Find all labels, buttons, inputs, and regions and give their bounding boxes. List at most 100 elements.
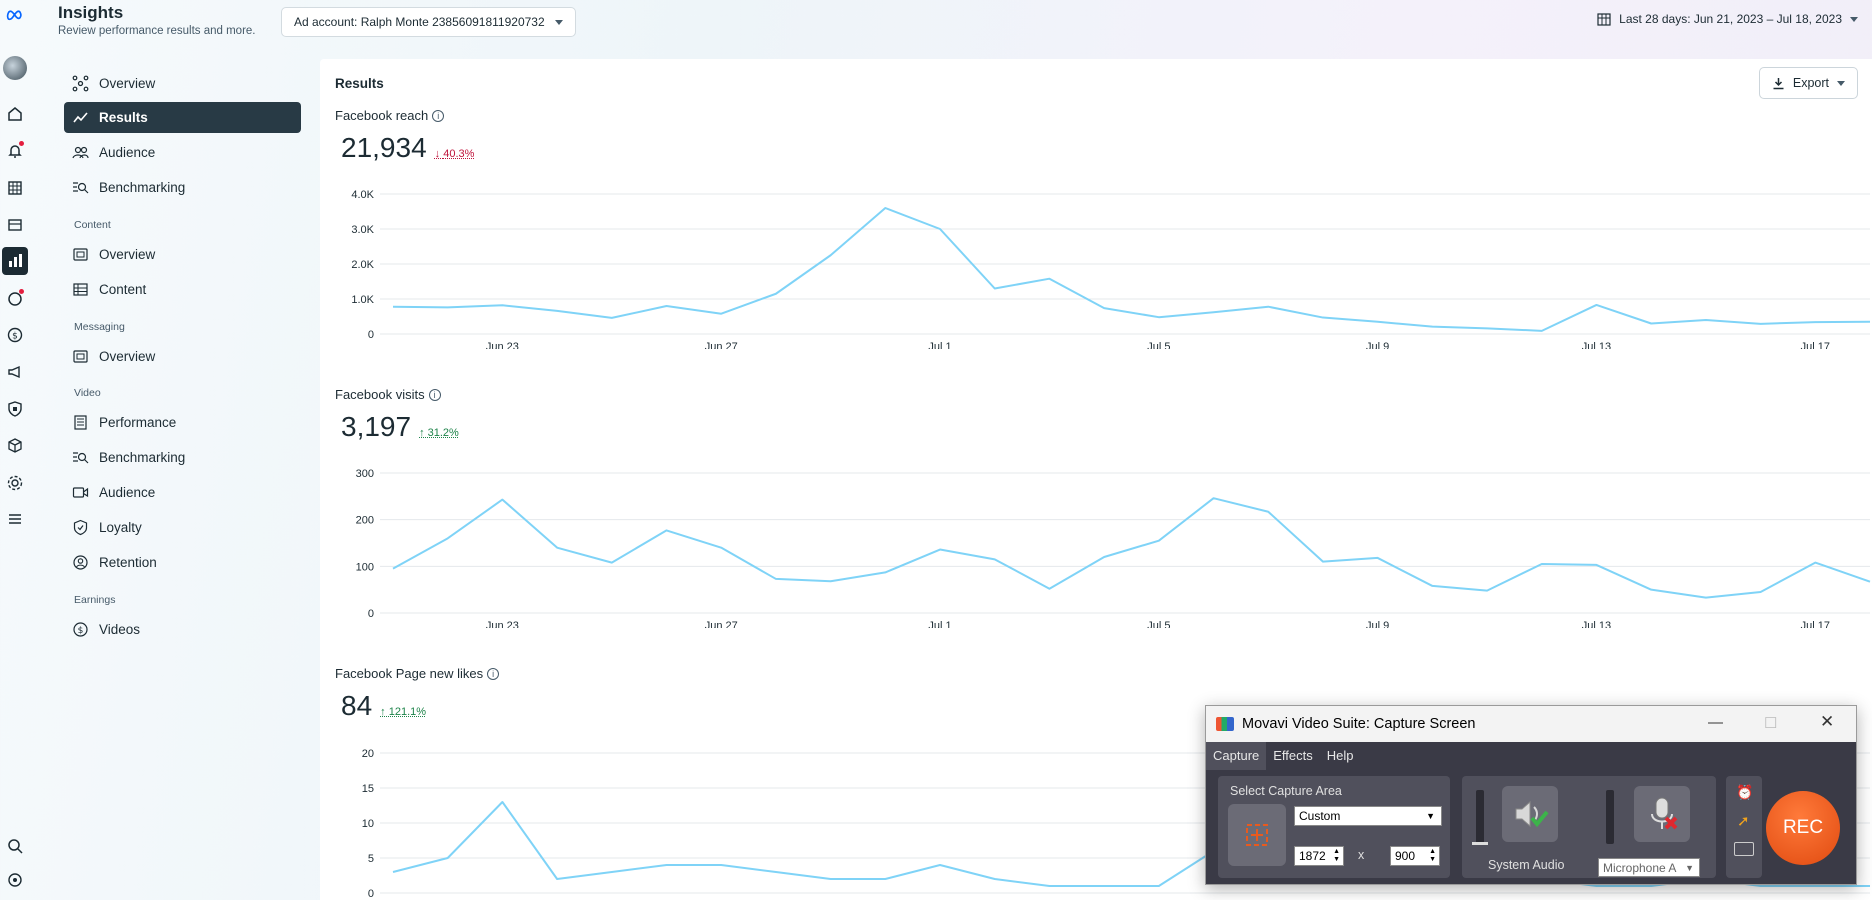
data-point[interactable]	[1317, 312, 1329, 324]
data-point[interactable]	[770, 573, 782, 585]
data-point[interactable]	[1208, 306, 1220, 318]
data-point[interactable]	[387, 301, 399, 313]
data-point[interactable]	[1809, 316, 1821, 328]
data-point[interactable]	[1426, 321, 1438, 333]
date-range-picker[interactable]: Last 28 days: Jun 21, 2023 – Jul 18, 202…	[1597, 12, 1858, 26]
close-icon[interactable]: ✕	[1820, 712, 1834, 732]
keyboard-icon[interactable]	[1734, 842, 1754, 856]
nav-item-earnings-videos[interactable]: $ Videos	[64, 614, 301, 645]
rec-button[interactable]: REC	[1766, 791, 1840, 865]
data-point[interactable]	[496, 494, 508, 506]
data-point[interactable]	[989, 873, 1001, 885]
system-audio-volume-slider[interactable]	[1476, 790, 1484, 844]
menu-effects[interactable]: Effects	[1266, 742, 1320, 770]
home-icon[interactable]	[4, 103, 26, 125]
data-point[interactable]	[1317, 556, 1329, 568]
data-point[interactable]	[1098, 880, 1110, 892]
data-point[interactable]	[496, 796, 508, 808]
data-point[interactable]	[606, 557, 618, 569]
data-point[interactable]	[1809, 557, 1821, 569]
nav-item-video-benchmarking[interactable]: Benchmarking	[64, 442, 301, 473]
data-point[interactable]	[934, 859, 946, 871]
data-point[interactable]	[496, 299, 508, 311]
capture-height-input[interactable]: 900 ▲ ▼	[1390, 846, 1440, 866]
data-point[interactable]	[989, 553, 1001, 565]
grid-icon[interactable]	[4, 177, 26, 199]
export-button[interactable]: Export	[1758, 67, 1858, 99]
data-point[interactable]	[1262, 506, 1274, 518]
nav-item-overview[interactable]: Overview	[64, 68, 301, 99]
nav-item-video-audience[interactable]: Audience	[64, 477, 301, 508]
data-point[interactable]	[1755, 586, 1767, 598]
data-point[interactable]	[1098, 551, 1110, 563]
data-point[interactable]	[770, 866, 782, 878]
cube-icon[interactable]	[4, 435, 26, 457]
nav-item-video-performance[interactable]: Performance	[64, 407, 301, 438]
data-point[interactable]	[715, 859, 727, 871]
info-icon[interactable]: i	[428, 388, 441, 401]
select-area-button[interactable]	[1228, 804, 1286, 866]
data-point[interactable]	[606, 866, 618, 878]
stepper-icon[interactable]: ▲ ▼	[1429, 848, 1436, 864]
capture-width-input[interactable]: 1872 ▲ ▼	[1294, 846, 1344, 866]
settings-gear-icon[interactable]	[4, 472, 26, 494]
data-point[interactable]	[825, 249, 837, 261]
data-point[interactable]	[1262, 301, 1274, 313]
data-point[interactable]	[715, 542, 727, 554]
nav-item-video-loyalty[interactable]: Loyalty	[64, 512, 301, 543]
data-point[interactable]	[387, 866, 399, 878]
microphone-toggle[interactable]	[1634, 786, 1690, 842]
data-point[interactable]	[934, 544, 946, 556]
data-point[interactable]	[715, 308, 727, 320]
avatar[interactable]	[3, 56, 27, 80]
data-point[interactable]	[551, 542, 563, 554]
data-point[interactable]	[606, 312, 618, 324]
nav-item-benchmarking[interactable]: Benchmarking	[64, 172, 301, 203]
nav-item-messaging-overview[interactable]: Overview	[64, 341, 301, 372]
system-audio-toggle[interactable]	[1502, 786, 1558, 842]
data-point[interactable]	[387, 563, 399, 575]
data-point[interactable]	[661, 859, 673, 871]
alarm-clock-icon[interactable]: ⏰	[1736, 784, 1753, 801]
data-point[interactable]	[1043, 273, 1055, 285]
data-point[interactable]	[661, 524, 673, 536]
volume-slider-handle[interactable]	[1472, 842, 1488, 845]
shield-icon[interactable]	[4, 398, 26, 420]
data-point[interactable]	[1700, 592, 1712, 604]
data-point[interactable]	[1864, 576, 1872, 588]
nav-item-video-retention[interactable]: Retention	[64, 547, 301, 578]
area-preset-select[interactable]: Custom ▼	[1294, 806, 1442, 826]
data-point[interactable]	[1864, 880, 1872, 892]
data-point[interactable]	[1645, 584, 1657, 596]
messages-icon[interactable]	[4, 288, 26, 310]
data-point[interactable]	[1043, 583, 1055, 595]
microphone-select[interactable]: Microphone A ▼	[1598, 858, 1700, 877]
info-icon[interactable]: i	[432, 109, 445, 122]
data-point[interactable]	[989, 283, 1001, 295]
data-point[interactable]	[825, 575, 837, 587]
data-point[interactable]	[934, 223, 946, 235]
ads-megaphone-icon[interactable]	[4, 361, 26, 383]
data-point[interactable]	[1590, 559, 1602, 571]
maximize-icon[interactable]: ☐	[1764, 714, 1777, 732]
notifications-icon[interactable]	[4, 140, 26, 162]
info-icon[interactable]: i	[487, 667, 500, 680]
data-point[interactable]	[1208, 492, 1220, 504]
data-point[interactable]	[442, 852, 454, 864]
data-point[interactable]	[1372, 316, 1384, 328]
data-point[interactable]	[1426, 580, 1438, 592]
data-point[interactable]	[1153, 880, 1165, 892]
menu-help[interactable]: Help	[1320, 742, 1361, 770]
data-point[interactable]	[442, 532, 454, 544]
data-point[interactable]	[825, 873, 837, 885]
data-point[interactable]	[551, 873, 563, 885]
search-icon[interactable]	[4, 835, 26, 857]
microphone-volume-slider[interactable]	[1606, 790, 1614, 844]
nav-item-content-overview[interactable]: Overview	[64, 239, 301, 270]
data-point[interactable]	[1536, 325, 1548, 337]
data-point[interactable]	[1481, 322, 1493, 334]
menu-capture[interactable]: Capture	[1206, 742, 1267, 770]
data-point[interactable]	[1372, 552, 1384, 564]
insights-icon[interactable]	[2, 247, 28, 275]
data-point[interactable]	[770, 288, 782, 300]
